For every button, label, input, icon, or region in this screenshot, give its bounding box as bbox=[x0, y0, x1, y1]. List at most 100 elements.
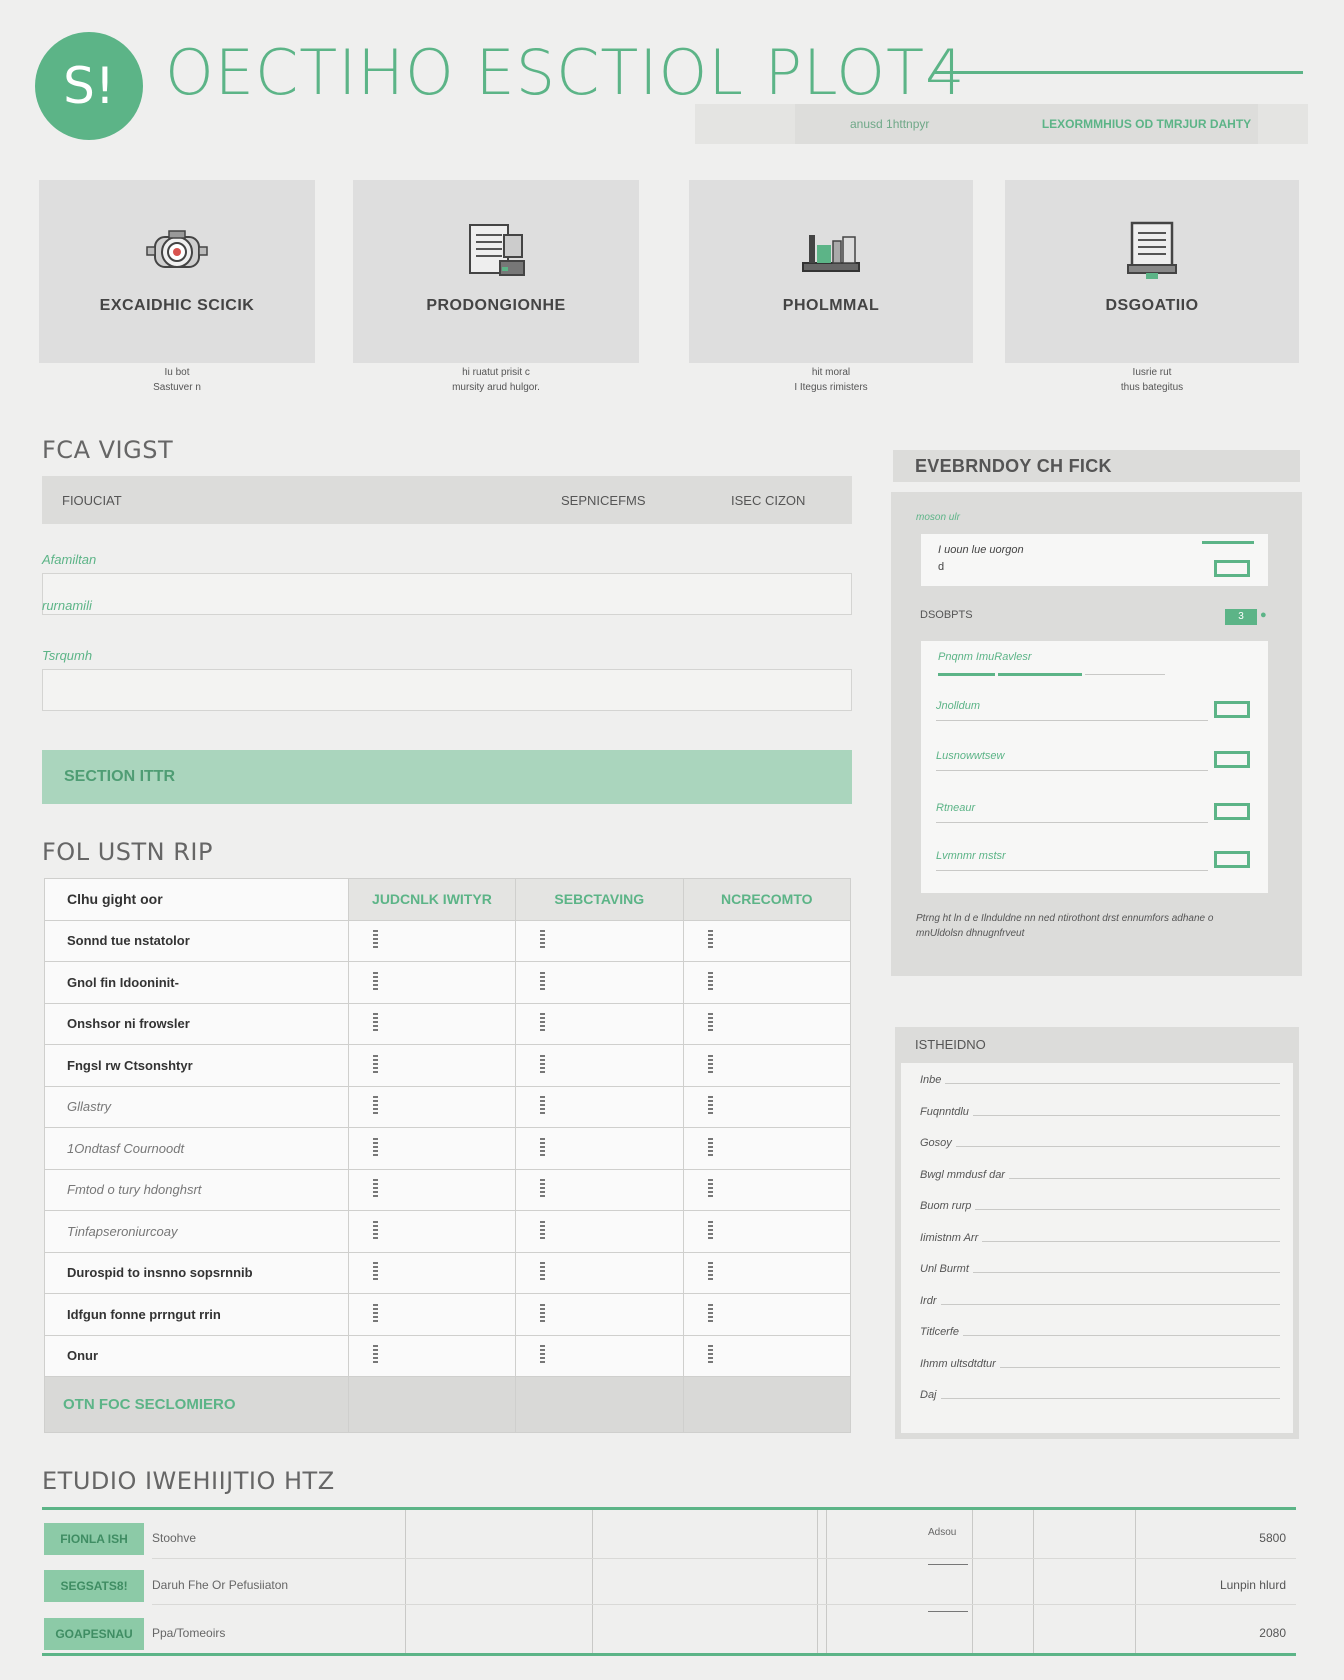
table-cell[interactable] bbox=[347, 1334, 517, 1377]
table-cell[interactable] bbox=[347, 961, 517, 1004]
tick-marker bbox=[707, 930, 713, 949]
feature-card-3[interactable]: PHOLMMAL bbox=[689, 180, 973, 363]
card-desc-line: Iusrie rut bbox=[1132, 367, 1172, 378]
row-tag[interactable]: SEGSATS8! bbox=[44, 1570, 144, 1602]
options-toggle[interactable]: 3 bbox=[1225, 609, 1257, 625]
meta-line bbox=[972, 1272, 1280, 1273]
table-row[interactable]: Fngsl rw Ctsonshtyr bbox=[44, 1044, 852, 1087]
table-cell[interactable] bbox=[347, 1251, 517, 1294]
meta-line bbox=[1008, 1177, 1280, 1179]
tick-marker bbox=[707, 971, 713, 990]
table-cell[interactable] bbox=[515, 1002, 684, 1045]
table-cell[interactable] bbox=[682, 961, 852, 1004]
table-footer-cell bbox=[347, 1376, 517, 1433]
meta-row[interactable]: Titlcerfe bbox=[920, 1326, 1280, 1338]
grid-line bbox=[826, 1510, 827, 1653]
table-cell[interactable] bbox=[682, 1044, 852, 1087]
list-section-heading: FOL USTN RIP bbox=[42, 838, 213, 866]
table-row[interactable]: Tinfapseroniurcoay bbox=[44, 1210, 852, 1253]
tick-marker bbox=[540, 1345, 546, 1364]
meta-row[interactable]: Iimistnm Arr bbox=[920, 1232, 1280, 1244]
table-cell[interactable] bbox=[682, 1168, 852, 1211]
feature-card-4[interactable]: DSGOATIIO bbox=[1005, 180, 1299, 363]
table-row[interactable]: Durospid to insnno sopsrnnib bbox=[44, 1251, 852, 1294]
table-row[interactable]: Fmtod o tury hdonghsrt bbox=[44, 1168, 852, 1211]
column-header: ISEC CIZON bbox=[731, 493, 806, 508]
table-row[interactable]: Sonnd tue nstatolor bbox=[44, 919, 852, 962]
table-cell[interactable] bbox=[515, 1334, 684, 1377]
table-cell[interactable] bbox=[682, 1085, 852, 1128]
table-row[interactable]: Gnol fin Idooninit- bbox=[44, 961, 852, 1004]
table-row[interactable]: Idfgun fonne prrngut rrin bbox=[44, 1293, 852, 1336]
checkbox[interactable] bbox=[1214, 560, 1250, 577]
row-tag[interactable]: GOAPESNAU bbox=[44, 1618, 144, 1650]
progress-track bbox=[1085, 674, 1165, 675]
check-item-label: Rtneaur bbox=[936, 802, 976, 814]
table-cell[interactable] bbox=[515, 1210, 684, 1253]
table-cell[interactable] bbox=[347, 1127, 517, 1170]
meta-row[interactable]: Buom rurp bbox=[920, 1200, 1280, 1212]
checkbox[interactable] bbox=[1214, 851, 1250, 868]
text-field[interactable] bbox=[42, 669, 852, 711]
table-cell[interactable] bbox=[682, 1334, 852, 1377]
table-row[interactable]: Onur bbox=[44, 1334, 852, 1377]
panel-top-rule bbox=[1202, 541, 1254, 544]
feature-card-label: PHOLMMAL bbox=[782, 297, 880, 314]
header-meta-bar: anusd 1httnpyr LEXORMMHIUS OD TMRJUR DAH… bbox=[695, 104, 1308, 144]
table-cell[interactable] bbox=[515, 1168, 684, 1211]
checkbox[interactable] bbox=[1214, 803, 1250, 820]
table-cell[interactable] bbox=[347, 1002, 517, 1045]
checkbox[interactable] bbox=[1214, 751, 1250, 768]
tick-marker bbox=[540, 971, 546, 990]
tick-marker bbox=[372, 1303, 378, 1322]
tick-marker bbox=[372, 1096, 378, 1115]
table-row[interactable]: Gllastry bbox=[44, 1085, 852, 1128]
table-cell[interactable] bbox=[515, 1127, 684, 1170]
meta-row[interactable]: Inbe bbox=[920, 1074, 1280, 1086]
meta-row[interactable]: Irdr bbox=[920, 1295, 1280, 1307]
table-row[interactable]: Onshsor ni frowsler bbox=[44, 1002, 852, 1045]
row-label: Durospid to insnno sopsrnnib bbox=[44, 1251, 349, 1294]
header-meta-right: LEXORMMHIUS OD TMRJUR DAHTY bbox=[1041, 117, 1252, 131]
feature-card-2[interactable]: PRODONGIONHE bbox=[353, 180, 639, 363]
feature-card-1[interactable]: EXCAIDHIC SCICIK bbox=[39, 180, 315, 363]
table-cell[interactable] bbox=[682, 1293, 852, 1336]
row-tag[interactable]: FIONLA ISH bbox=[44, 1523, 144, 1555]
focus-table-header: FIOUCIAT SEPNICEFMS ISEC CIZON bbox=[42, 476, 852, 524]
table-cell[interactable] bbox=[515, 919, 684, 962]
table-cell[interactable] bbox=[347, 1085, 517, 1128]
checkbox[interactable] bbox=[1214, 701, 1250, 718]
meta-row[interactable]: Bwgl mmdusf dar bbox=[920, 1169, 1280, 1181]
table-cell[interactable] bbox=[682, 1127, 852, 1170]
table-cell[interactable] bbox=[347, 1168, 517, 1211]
tick-marker bbox=[707, 1054, 713, 1073]
check-item-label: Jnolldum bbox=[936, 700, 981, 712]
meta-label: Unl Burmt bbox=[920, 1263, 969, 1275]
check-item-label: Lusnowwtsew bbox=[936, 750, 1005, 762]
meta-row[interactable]: Fuqnntdlu bbox=[920, 1106, 1280, 1118]
table-cell[interactable] bbox=[682, 1002, 852, 1045]
meta-row[interactable]: Gosoy bbox=[920, 1137, 1280, 1149]
table-cell[interactable] bbox=[515, 1044, 684, 1087]
table-row[interactable]: 1Ondtasf Cournoodt bbox=[44, 1127, 852, 1170]
table-cell[interactable] bbox=[515, 1293, 684, 1336]
table-cell[interactable] bbox=[682, 919, 852, 962]
table-cell[interactable] bbox=[515, 1085, 684, 1128]
progress-segment bbox=[998, 673, 1082, 676]
section-banner[interactable]: SECTION ITTR bbox=[42, 750, 852, 804]
meta-row[interactable]: Daj bbox=[920, 1389, 1280, 1401]
table-cell[interactable] bbox=[347, 919, 517, 962]
tick-marker bbox=[372, 930, 378, 949]
table-cell[interactable] bbox=[515, 961, 684, 1004]
table-cell[interactable] bbox=[682, 1210, 852, 1253]
table-cell[interactable] bbox=[682, 1251, 852, 1294]
card-desc-line: I Itegus rimisters bbox=[794, 382, 868, 393]
feature-card-label: DSGOATIIO bbox=[1105, 297, 1199, 314]
table-cell[interactable] bbox=[347, 1044, 517, 1087]
meta-row[interactable]: Ihmm ultsdtdtur bbox=[920, 1358, 1280, 1370]
meta-row[interactable]: Unl Burmt bbox=[920, 1263, 1280, 1275]
table-cell[interactable] bbox=[515, 1251, 684, 1294]
table-cell[interactable] bbox=[347, 1210, 517, 1253]
meta-label: Iimistnm Arr bbox=[920, 1231, 979, 1244]
table-cell[interactable] bbox=[347, 1293, 517, 1336]
